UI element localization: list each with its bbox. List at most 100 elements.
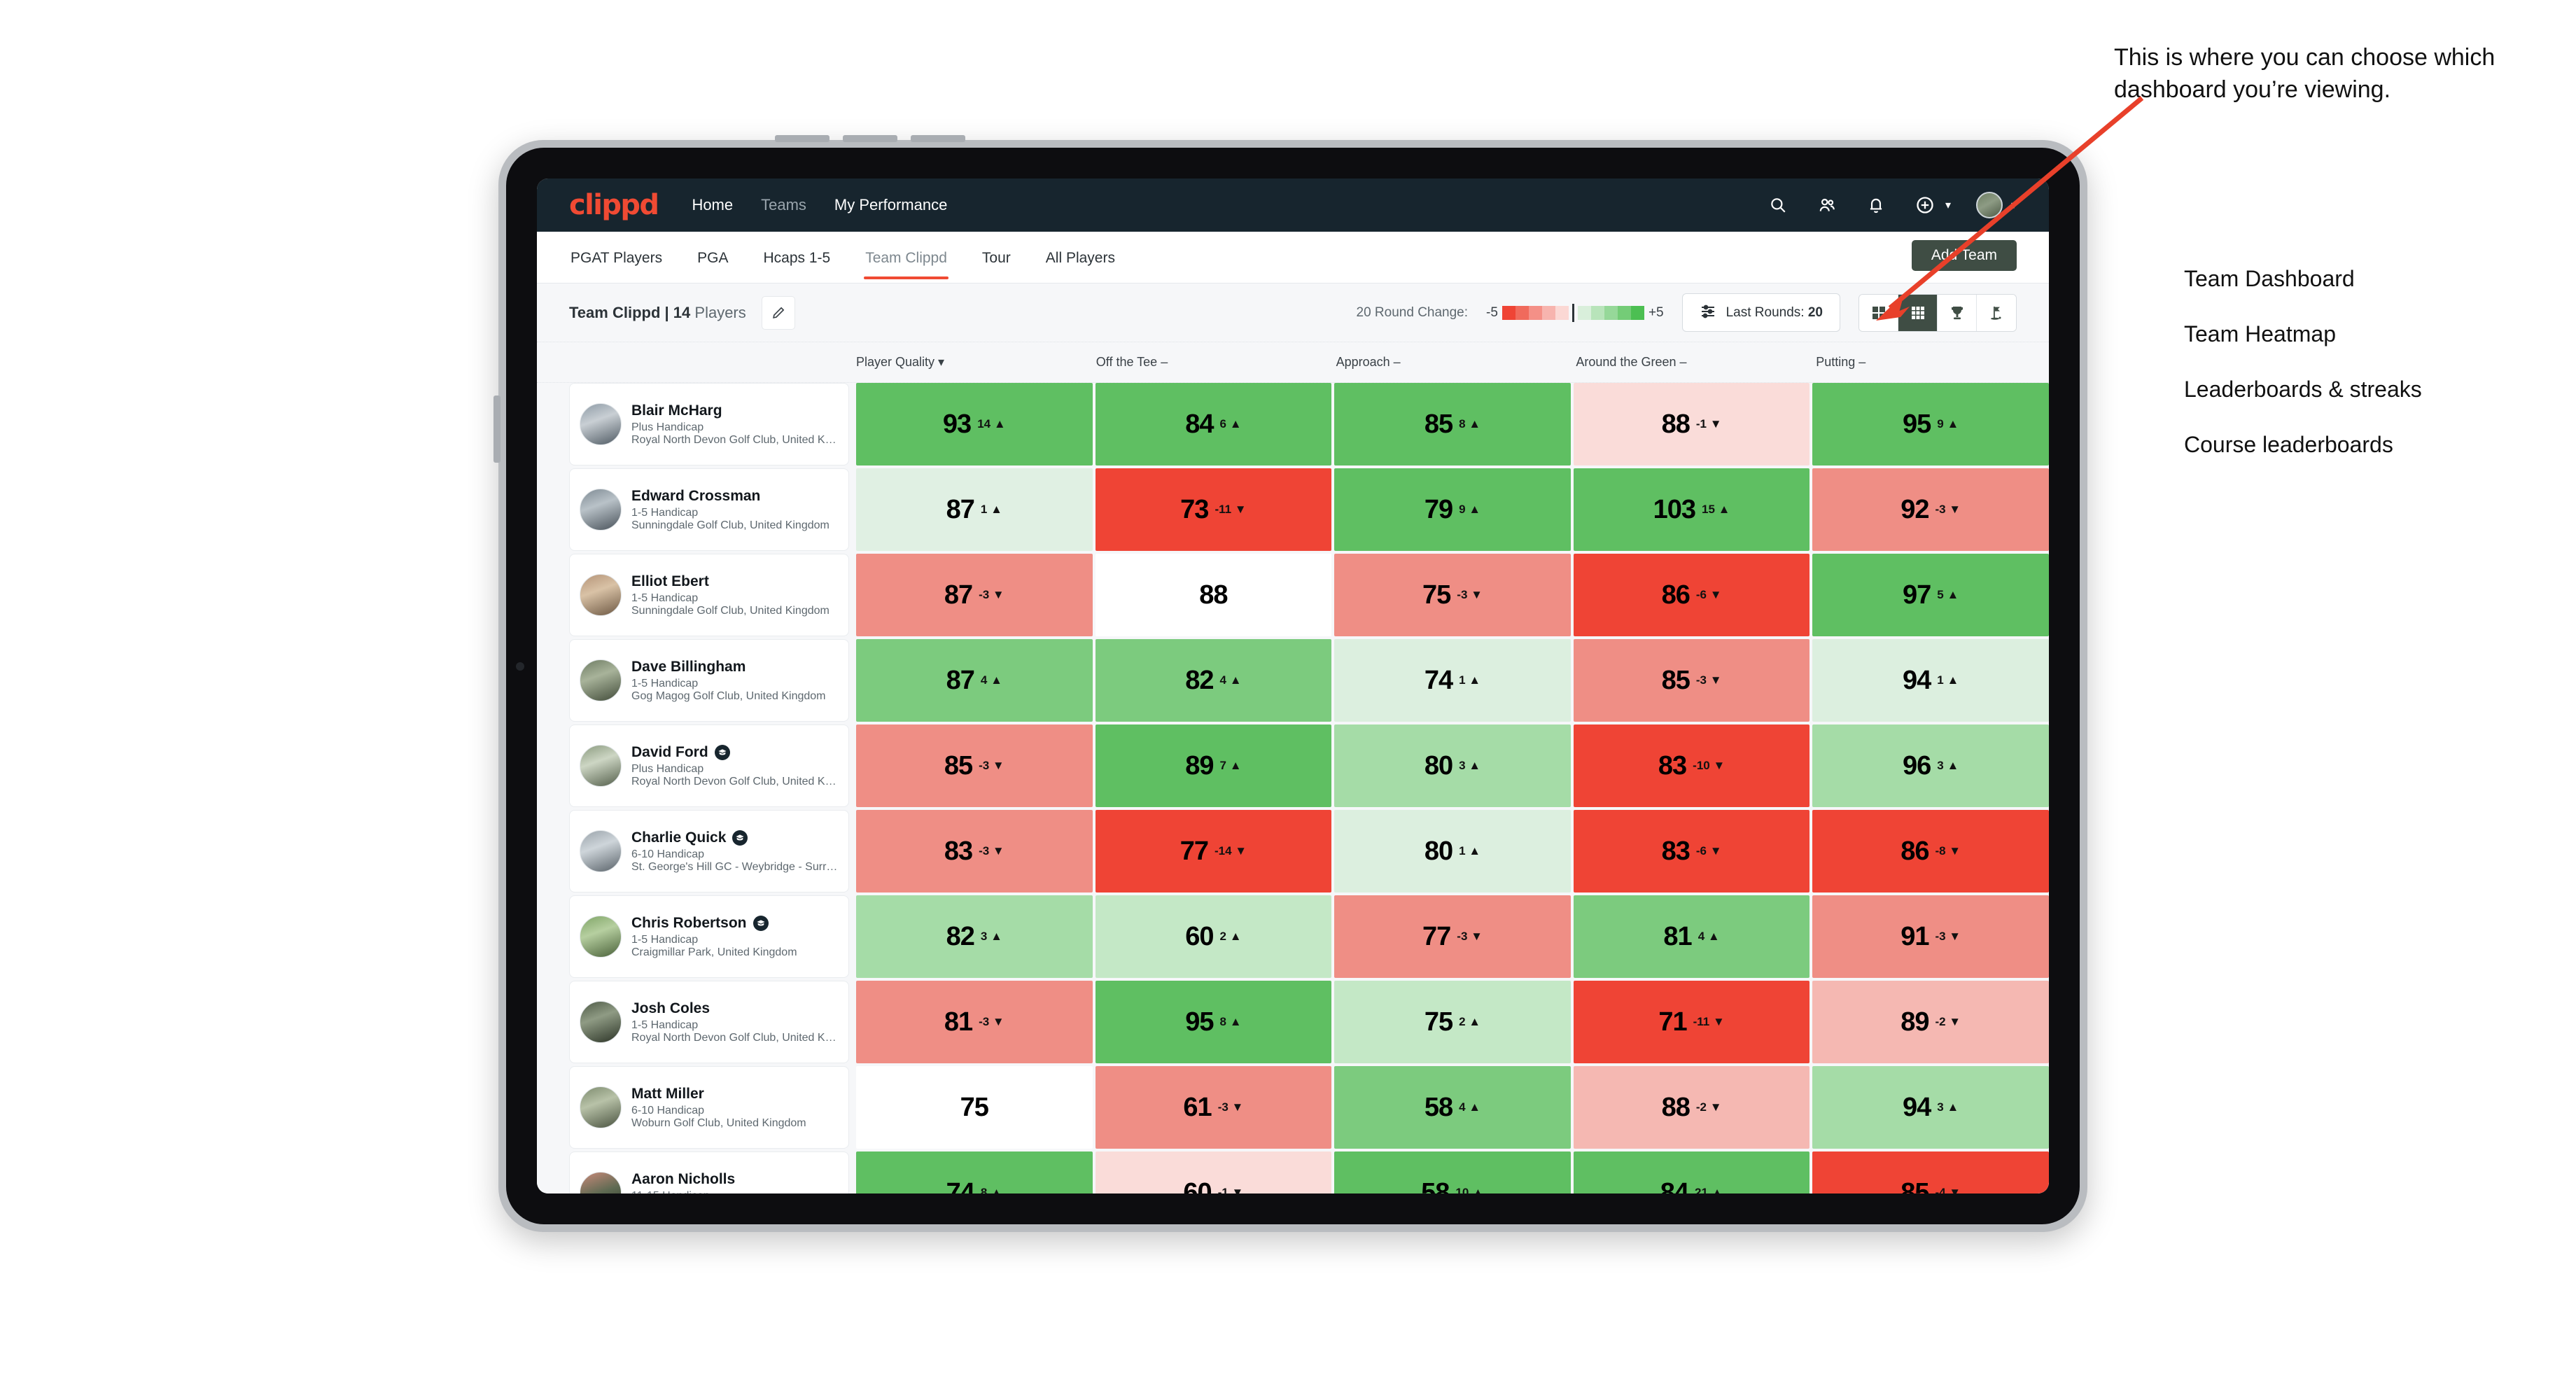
metric-cell[interactable]: 89 7 ▲	[1095, 724, 1332, 807]
metric-cell[interactable]: 81 4 ▲	[1573, 895, 1810, 978]
tab-pgat-players[interactable]: PGAT Players	[569, 236, 664, 279]
metric-cell[interactable]: 83 -3 ▼	[856, 810, 1093, 892]
metric-cell[interactable]: 94 3 ▲	[1812, 1066, 2049, 1149]
metric-cell[interactable]: 92 -3 ▼	[1812, 468, 2049, 551]
tab-tour[interactable]: Tour	[981, 236, 1012, 279]
metric-cell[interactable]: 60 -1 ▼	[1095, 1152, 1332, 1194]
metric-cell[interactable]: 75 -3 ▼	[1334, 554, 1571, 636]
metric-cell[interactable]: 83 -10 ▼	[1573, 724, 1810, 807]
metric-cell[interactable]: 82 4 ▲	[1095, 639, 1332, 722]
metric-cell[interactable]: 87 4 ▲	[856, 639, 1093, 722]
metric-cell[interactable]: 61 -3 ▼	[1095, 1066, 1332, 1149]
table-row[interactable]: Chris Robertson 1-5 Handicap Craigmillar P…	[569, 895, 2049, 978]
grid-9-icon[interactable]	[1898, 294, 1938, 331]
metric-cell[interactable]: 95 8 ▲	[1095, 981, 1332, 1063]
tab-pga[interactable]: PGA	[696, 236, 729, 279]
metric-cell[interactable]: 96 3 ▲	[1812, 724, 2049, 807]
nav-item-my-performance[interactable]: My Performance	[834, 196, 947, 214]
player-card[interactable]: Aaron Nicholls11-15 HandicapDrift Golf C…	[569, 1152, 849, 1194]
column-header-approach[interactable]: Approach –	[1329, 355, 1569, 370]
metric-cell[interactable]: 79 9 ▲	[1334, 468, 1571, 551]
player-card[interactable]: Charlie Quick 6-10 Handicap St. George's H…	[569, 810, 849, 892]
metric-cell[interactable]: 93 14 ▲	[856, 383, 1093, 465]
search-icon[interactable]	[1766, 193, 1790, 217]
metric-cell[interactable]: 83 -6 ▼	[1573, 810, 1810, 892]
column-header-putting[interactable]: Putting –	[1809, 355, 2049, 370]
metric-cell[interactable]: 84 21 ▲	[1573, 1152, 1810, 1194]
avatar[interactable]	[1975, 192, 2003, 218]
metric-cell[interactable]: 86 -8 ▼	[1812, 810, 2049, 892]
nav-item-home[interactable]: Home	[692, 196, 733, 214]
table-row[interactable]: Edward Crossman 1-5 Handicap Sunningdale G…	[569, 468, 2049, 551]
metric-cell[interactable]: 77 -3 ▼	[1334, 895, 1571, 978]
avatar-chevron-down-icon[interactable]: ▾	[2011, 198, 2017, 212]
plus-circle-icon[interactable]	[1913, 193, 1937, 217]
metric-cell[interactable]: 74 1 ▲	[1334, 639, 1571, 722]
metric-cell[interactable]: 81 -3 ▼	[856, 981, 1093, 1063]
metric-cell[interactable]: 60 2 ▲	[1095, 895, 1332, 978]
table-row[interactable]: Elliot Ebert 1-5 Handicap Sunningdale Golf…	[569, 554, 2049, 636]
metric-cell[interactable]: 85 8 ▲	[1334, 383, 1571, 465]
metric-cell[interactable]: 89 -2 ▼	[1812, 981, 2049, 1063]
metric-cell[interactable]: 87 1 ▲	[856, 468, 1093, 551]
table-row[interactable]: Matt Miller 6-10 Handicap Woburn Golf Club…	[569, 1066, 2049, 1149]
table-row[interactable]: Josh Coles 1-5 Handicap Royal North Devon …	[569, 981, 2049, 1063]
metric-cell[interactable]: 85 -3 ▼	[1573, 639, 1810, 722]
metric-cell[interactable]: 91 -3 ▼	[1812, 895, 2049, 978]
player-card[interactable]: Elliot Ebert 1-5 Handicap Sunningdale Golf…	[569, 554, 849, 636]
metric-cell[interactable]: 85 -4 ▼	[1812, 1152, 2049, 1194]
player-card[interactable]: David Ford Plus Handicap Royal North Devon…	[569, 724, 849, 807]
heatmap-board[interactable]: Blair McHarg Plus Handicap Royal North Dev…	[537, 383, 2049, 1194]
metric-cell[interactable]: 58 4 ▲	[1334, 1066, 1571, 1149]
table-row[interactable]: Charlie Quick 6-10 Handicap St. George's H…	[569, 810, 2049, 892]
golf-flag-icon[interactable]	[1977, 294, 2016, 331]
column-header-around-the-green[interactable]: Around the Green –	[1569, 355, 1809, 370]
metric-cell[interactable]: 88 -1 ▼	[1573, 383, 1810, 465]
metric-cell[interactable]: 75	[856, 1066, 1093, 1149]
player-card[interactable]: Edward Crossman 1-5 Handicap Sunningdale G…	[569, 468, 849, 551]
player-card[interactable]: Matt Miller 6-10 Handicap Woburn Golf Club…	[569, 1066, 849, 1149]
column-header-player-quality[interactable]: Player Quality ▾	[849, 355, 1089, 370]
metric-cell[interactable]: 75 2 ▲	[1334, 981, 1571, 1063]
metric-cell[interactable]: 58 10 ▲	[1334, 1152, 1571, 1194]
metric-cell[interactable]: 77 -14 ▼	[1095, 810, 1332, 892]
metric-cell[interactable]: 71 -11 ▼	[1573, 981, 1810, 1063]
metric-cell[interactable]: 87 -3 ▼	[856, 554, 1093, 636]
player-card[interactable]: Chris Robertson 1-5 Handicap Craigmillar P…	[569, 895, 849, 978]
last-rounds-button[interactable]: Last Rounds: 20	[1681, 293, 1840, 332]
player-card[interactable]: Josh Coles 1-5 Handicap Royal North Devon …	[569, 981, 849, 1063]
metric-cell[interactable]: 88 -2 ▼	[1573, 1066, 1810, 1149]
metric-cell[interactable]: 80 3 ▲	[1334, 724, 1571, 807]
metric-cell[interactable]: 73 -11 ▼	[1095, 468, 1332, 551]
table-row[interactable]: David Ford Plus Handicap Royal North Devon…	[569, 724, 2049, 807]
metric-cell[interactable]: 97 5 ▲	[1812, 554, 2049, 636]
grid-4-icon[interactable]	[1859, 294, 1898, 331]
bell-icon[interactable]	[1864, 193, 1888, 217]
table-row[interactable]: Aaron Nicholls11-15 HandicapDrift Golf C…	[569, 1152, 2049, 1194]
clippd-logo[interactable]: clippd	[569, 189, 659, 221]
metric-cell[interactable]: 82 3 ▲	[856, 895, 1093, 978]
people-icon[interactable]	[1815, 193, 1839, 217]
metric-cell[interactable]: 103 15 ▲	[1573, 468, 1810, 551]
tab-team-clippd[interactable]: Team Clippd	[864, 236, 948, 279]
plus-chevron-down-icon[interactable]: ▾	[1945, 198, 1951, 212]
tab-all-players[interactable]: All Players	[1044, 236, 1116, 279]
table-row[interactable]: Dave Billingham 1-5 Handicap Gog Magog Gol…	[569, 639, 2049, 722]
pencil-icon[interactable]	[761, 295, 795, 330]
metric-cell[interactable]: 84 6 ▲	[1095, 383, 1332, 465]
player-card[interactable]: Blair McHarg Plus Handicap Royal North Dev…	[569, 383, 849, 465]
tab-hcaps-1-5[interactable]: Hcaps 1-5	[762, 236, 832, 279]
column-header-off-the-tee[interactable]: Off the Tee –	[1089, 355, 1329, 370]
nav-item-teams[interactable]: Teams	[761, 196, 806, 214]
metric-cell[interactable]: 85 -3 ▼	[856, 724, 1093, 807]
metric-cell[interactable]: 95 9 ▲	[1812, 383, 2049, 465]
add-team-button[interactable]: Add Team	[1911, 240, 2017, 271]
metric-cell[interactable]: 74 8 ▲	[856, 1152, 1093, 1194]
metric-cell[interactable]: 88	[1095, 554, 1332, 636]
trophy-icon[interactable]	[1938, 294, 1977, 331]
metric-cell[interactable]: 86 -6 ▼	[1573, 554, 1810, 636]
table-row[interactable]: Blair McHarg Plus Handicap Royal North Dev…	[569, 383, 2049, 465]
metric-cell[interactable]: 80 1 ▲	[1334, 810, 1571, 892]
player-card[interactable]: Dave Billingham 1-5 Handicap Gog Magog Gol…	[569, 639, 849, 722]
metric-cell[interactable]: 94 1 ▲	[1812, 639, 2049, 722]
